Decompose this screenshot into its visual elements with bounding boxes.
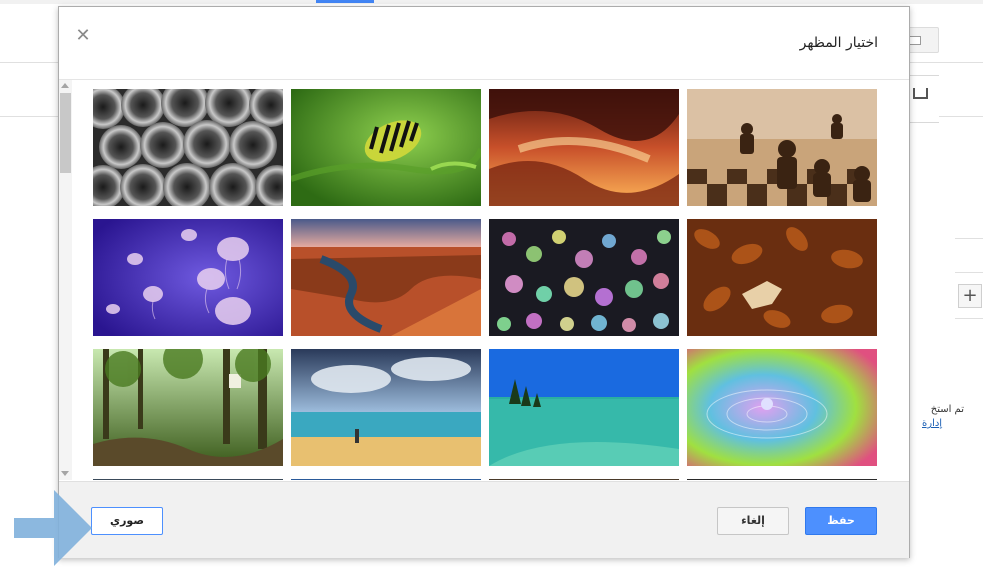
- forest-thumbnail: [93, 349, 283, 466]
- theme-tile-partial[interactable]: [489, 479, 679, 480]
- background-add-button[interactable]: +: [958, 284, 982, 308]
- scrollbar-thumb[interactable]: [60, 93, 71, 173]
- vertical-scrollbar[interactable]: [59, 80, 72, 480]
- cancel-button[interactable]: إلغاء: [717, 507, 789, 535]
- autumn-leaves-thumbnail: [687, 219, 877, 336]
- canyon-thumbnail: [489, 89, 679, 206]
- theme-tile-jellyfish[interactable]: [93, 219, 283, 336]
- background-divider: [955, 238, 983, 239]
- background-top-bar: [0, 0, 983, 4]
- theme-tile-lake[interactable]: [489, 349, 679, 466]
- background-divider: [955, 272, 983, 273]
- theme-grid-scroll-area[interactable]: [59, 80, 909, 480]
- background-inbox-tab[interactable]: [909, 75, 939, 123]
- close-icon[interactable]: ✕: [73, 26, 93, 46]
- theme-tile-partial[interactable]: [291, 479, 481, 480]
- caterpillar-thumbnail: [291, 89, 481, 206]
- lake-thumbnail: [489, 349, 679, 466]
- save-button[interactable]: حفظ: [805, 507, 877, 535]
- theme-tile-beach[interactable]: [291, 349, 481, 466]
- background-manage-link[interactable]: إدارة: [922, 418, 942, 429]
- river-canyon-thumbnail: [291, 219, 481, 336]
- theme-tile-pipes[interactable]: [93, 89, 283, 206]
- bokeh-thumbnail: [489, 219, 679, 336]
- theme-tile-canyon[interactable]: [489, 89, 679, 206]
- theme-tile-chess[interactable]: [687, 89, 877, 206]
- theme-tile-caterpillar[interactable]: [291, 89, 481, 206]
- background-active-tab-indicator: [316, 0, 374, 3]
- my-photos-button[interactable]: صوري: [91, 507, 163, 535]
- dialog-title: اختيار المظهر: [799, 35, 878, 51]
- theme-tile-forest[interactable]: [93, 349, 283, 466]
- scroll-down-arrow-icon[interactable]: [61, 471, 69, 476]
- background-divider: [955, 318, 983, 319]
- background-toolbar-button[interactable]: [905, 27, 939, 53]
- background-partial-text: تم استخ: [930, 404, 964, 415]
- dialog-footer: حفظ إلغاء صوري: [59, 481, 909, 558]
- scroll-up-arrow-icon[interactable]: [61, 83, 69, 88]
- theme-picker-dialog: ✕ اختيار المظهر حفظ إلغاء صوري: [58, 6, 910, 558]
- inbox-icon: [913, 88, 928, 99]
- theme-tile-bokeh[interactable]: [489, 219, 679, 336]
- theme-tile-partial[interactable]: [687, 479, 877, 480]
- pipes-thumbnail: [93, 89, 283, 206]
- water-drop-thumbnail: [687, 349, 877, 466]
- jellyfish-thumbnail: [93, 219, 283, 336]
- window-icon: [909, 36, 921, 45]
- theme-tile-autumn-leaves[interactable]: [687, 219, 877, 336]
- beach-thumbnail: [291, 349, 481, 466]
- annotation-arrow-icon: [14, 490, 92, 566]
- theme-tile-river-canyon[interactable]: [291, 219, 481, 336]
- chess-thumbnail: [687, 89, 877, 206]
- theme-tile-partial[interactable]: [93, 479, 283, 480]
- theme-tile-water-drop[interactable]: [687, 349, 877, 466]
- dialog-header: ✕ اختيار المظهر: [59, 7, 909, 80]
